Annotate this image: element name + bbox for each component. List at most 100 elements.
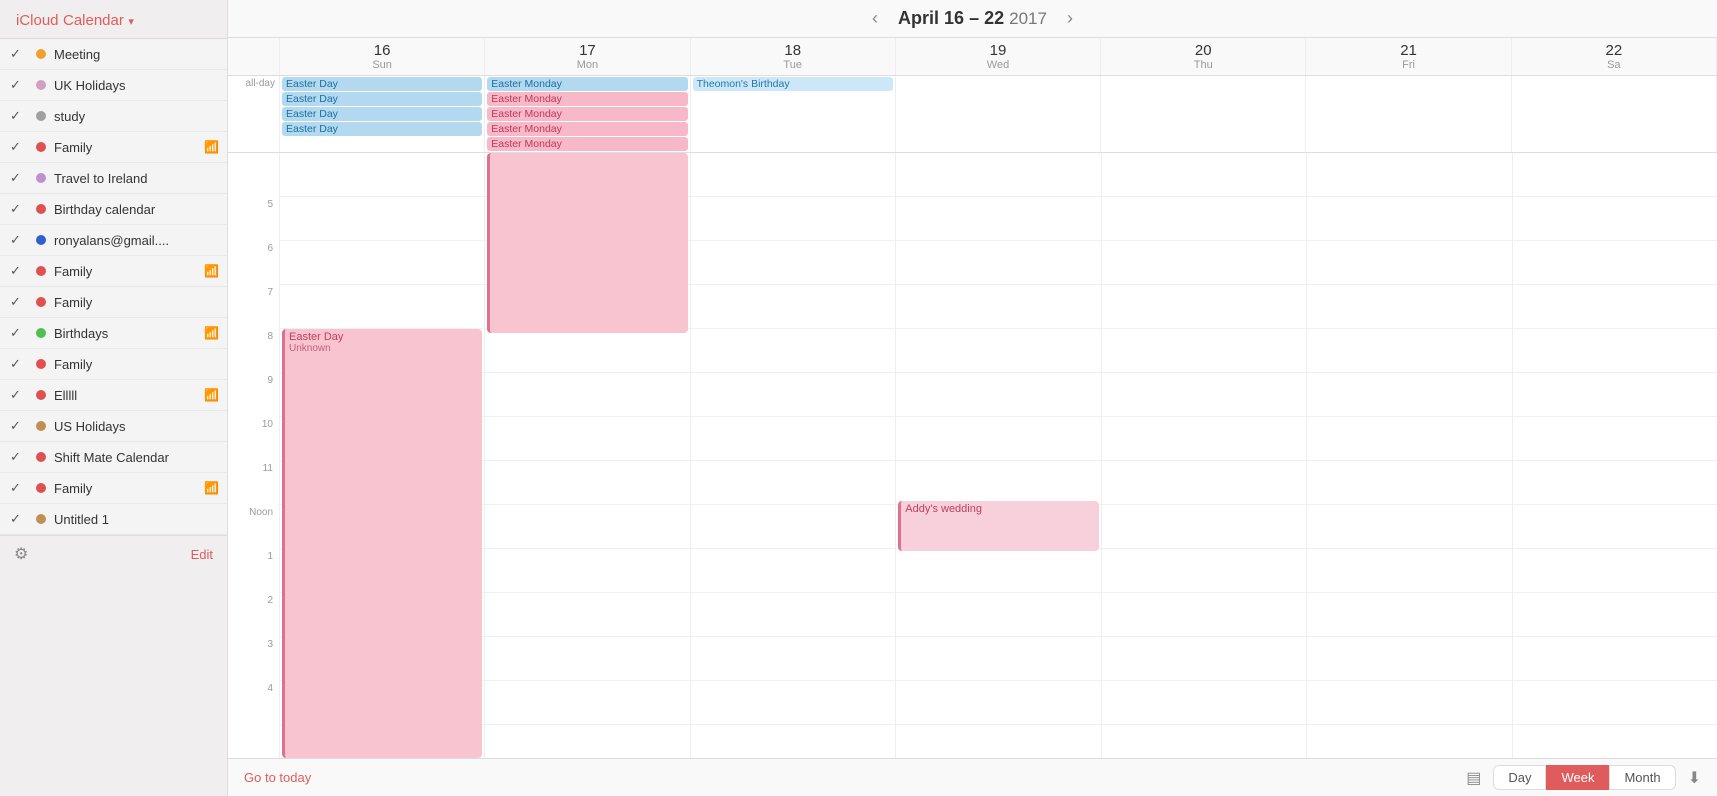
month-view-button[interactable]: Month [1609,765,1675,790]
day-header-thu[interactable]: 20 Thu [1101,38,1306,75]
day-header-sun[interactable]: 16 Sun [280,38,485,75]
sidebar-item-15[interactable]: ✓ Untitled 1 [0,504,227,535]
allday-label: all-day [228,76,280,152]
day-name: Sa [1514,59,1714,71]
allday-event[interactable]: Easter Monday [487,107,687,121]
day-view-button[interactable]: Day [1493,765,1546,790]
checkmark-icon: ✓ [10,480,28,496]
day-number: 18 [693,42,893,59]
allday-event[interactable]: Easter Monday [487,92,687,106]
sidebar-item-6[interactable]: ✓ ronyalans@gmail.... [0,225,227,256]
sidebar-item-7[interactable]: ✓ Family 📶 [0,256,227,287]
calendar-dot [36,235,46,245]
day-col-thu[interactable] [1102,153,1307,758]
allday-thu[interactable] [1101,76,1306,152]
sidebar-item-11[interactable]: ✓ Elllll 📶 [0,380,227,411]
sidebar-item-14[interactable]: ✓ Family 📶 [0,473,227,504]
calendar-dot [36,80,46,90]
allday-wed[interactable] [896,76,1101,152]
checkmark-icon: ✓ [10,139,28,155]
calendar-dot [36,49,46,59]
day-name: Mon [487,59,687,71]
calendar-item-label: Family [54,481,204,496]
sidebar-item-8[interactable]: ✓ Family [0,287,227,318]
allday-event[interactable]: Easter Day [282,77,482,91]
calendar-dot [36,266,46,276]
bottom-controls: ▤ Day Week Month ⬇ [1466,765,1701,790]
sidebar-item-1[interactable]: ✓ UK Holidays [0,70,227,101]
time-labels: 5 6 7 8 9 10 11 Noon 1 2 3 4 [228,153,280,758]
time-label-10: 10 [228,417,279,461]
prev-arrow[interactable]: ‹ [872,8,878,29]
allday-event[interactable]: Easter Day [282,92,482,106]
calendar-item-label: Shift Mate Calendar [54,450,219,465]
sidebar: iCloud Calendar ▾ ✓ Meeting ✓ UK Holiday… [0,0,228,796]
sidebar-item-3[interactable]: ✓ Family 📶 [0,132,227,163]
day-col-sat[interactable] [1513,153,1717,758]
allday-event[interactable]: Easter Monday [487,137,687,151]
allday-fri[interactable] [1306,76,1511,152]
time-label-8: 8 [228,329,279,373]
sidebar-item-9[interactable]: ✓ Birthdays 📶 [0,318,227,349]
calendar-dot [36,390,46,400]
day-headers-row: 16 Sun 17 Mon 18 Tue 19 Wed 20 Thu 21 Fr… [228,38,1717,76]
view-buttons: Day Week Month [1493,765,1675,790]
day-col-sun[interactable]: Easter Day Unknown [280,153,485,758]
calendar-item-label: Meeting [54,47,219,62]
calendar-item-label: Family [54,264,204,279]
sidebar-item-12[interactable]: ✓ US Holidays [0,411,227,442]
calendar-item-label: UK Holidays [54,78,219,93]
allday-sat[interactable] [1512,76,1717,152]
day-header-wed[interactable]: 19 Wed [896,38,1101,75]
day-header-mon[interactable]: 17 Mon [485,38,690,75]
checkmark-icon: ✓ [10,356,28,372]
next-arrow[interactable]: › [1067,8,1073,29]
sidebar-item-13[interactable]: ✓ Shift Mate Calendar [0,442,227,473]
allday-event[interactable]: Easter Day [282,122,482,136]
addys-wedding-event[interactable]: Addy's wedding [898,501,1098,551]
calendar-dot [36,421,46,431]
day-header-fri[interactable]: 21 Fri [1306,38,1511,75]
day-col-tue[interactable] [691,153,896,758]
calendar-label[interactable]: Calendar [63,12,124,29]
mon-pink-event[interactable] [487,153,687,333]
icloud-label: iCloud [16,12,59,29]
edit-button[interactable]: Edit [191,547,213,562]
sidebar-item-5[interactable]: ✓ Birthday calendar [0,194,227,225]
day-header-tue[interactable]: 18 Tue [691,38,896,75]
allday-sun[interactable]: Easter Day Easter Day Easter Day Easter … [280,76,485,152]
day-col-fri[interactable] [1307,153,1512,758]
allday-event[interactable]: Easter Monday [487,77,687,91]
time-spacer [228,38,280,75]
day-number: 17 [487,42,687,59]
dropdown-arrow[interactable]: ▾ [128,16,134,28]
day-col-mon[interactable] [485,153,690,758]
download-icon[interactable]: ⬇ [1688,768,1701,788]
calendar-dot [36,111,46,121]
time-label-11: 11 [228,461,279,505]
day-col-wed[interactable]: Addy's wedding [896,153,1101,758]
sidebar-header: iCloud Calendar ▾ [0,0,227,39]
settings-icon[interactable]: ⚙ [14,544,28,564]
list-view-icon[interactable]: ▤ [1466,768,1481,788]
day-name: Wed [898,59,1098,71]
sidebar-item-4[interactable]: ✓ Travel to Ireland [0,163,227,194]
easter-day-event[interactable]: Easter Day Unknown [282,329,482,758]
calendar-dot [36,359,46,369]
allday-tue[interactable]: Theomon's Birthday [691,76,896,152]
week-view-button[interactable]: Week [1546,765,1609,790]
sidebar-item-0[interactable]: ✓ Meeting [0,39,227,70]
sidebar-item-10[interactable]: ✓ Family [0,349,227,380]
calendar-item-label: Elllll [54,388,204,403]
allday-event[interactable]: Theomon's Birthday [693,77,893,91]
wifi-icon: 📶 [204,481,219,495]
calendar-item-label: Birthdays [54,326,204,341]
allday-event[interactable]: Easter Day [282,107,482,121]
allday-event[interactable]: Easter Monday [487,122,687,136]
go-to-today-button[interactable]: Go to today [244,770,311,785]
allday-mon[interactable]: Easter Monday Easter Monday Easter Monda… [485,76,690,152]
day-header-sa[interactable]: 22 Sa [1512,38,1717,75]
sidebar-item-2[interactable]: ✓ study [0,101,227,132]
bottom-bar: Go to today ▤ Day Week Month ⬇ [228,758,1717,796]
time-label-7: 7 [228,285,279,329]
